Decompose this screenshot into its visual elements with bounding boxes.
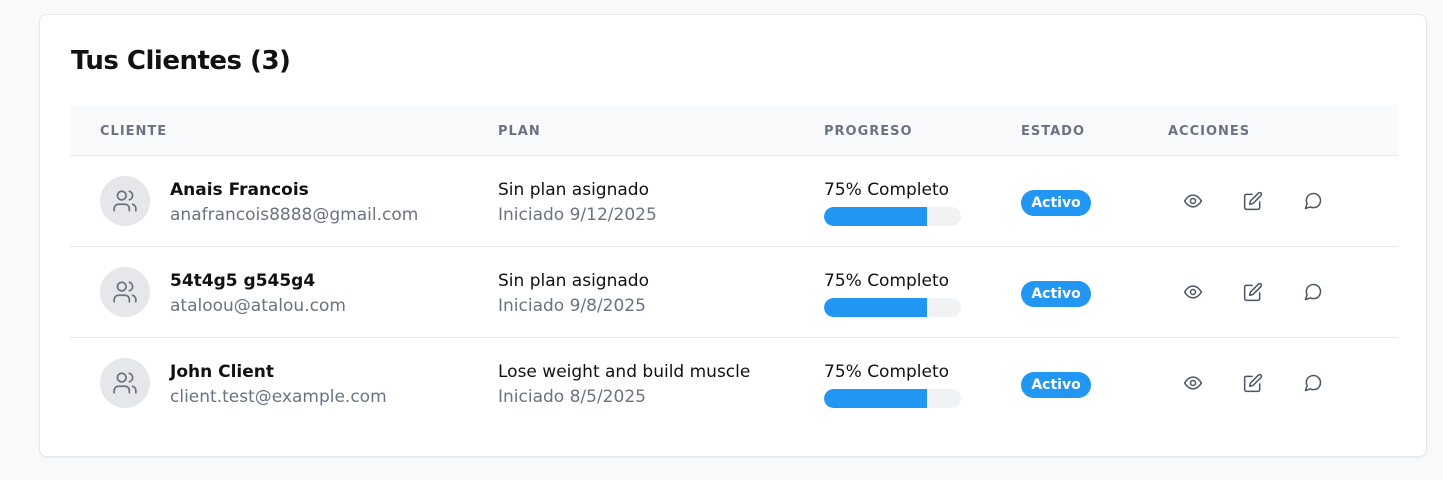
edit-icon <box>1243 373 1263 393</box>
column-header-plan: PLAN <box>498 124 541 139</box>
message-client-button[interactable] <box>1302 281 1324 303</box>
clients-card: Tus Clientes (3) CLIENTE PLAN PROGRESO E… <box>39 14 1427 457</box>
table-header: CLIENTE PLAN PROGRESO ESTADO ACCIONES <box>70 105 1398 156</box>
users-icon <box>113 372 137 394</box>
view-client-button[interactable] <box>1182 190 1204 212</box>
eye-icon <box>1183 194 1203 208</box>
eye-icon <box>1183 376 1203 390</box>
message-client-button[interactable] <box>1302 372 1324 394</box>
avatar <box>100 358 150 408</box>
table-row: 54t4g5 g545g4 ataloou@atalou.com Sin pla… <box>70 247 1398 338</box>
column-header-progress: PROGRESO <box>824 124 913 139</box>
users-icon <box>113 281 137 303</box>
eye-icon <box>1183 285 1203 299</box>
edit-icon <box>1243 191 1263 211</box>
progress-label: 75% Completo <box>824 362 950 382</box>
page-title: Tus Clientes (3) <box>71 46 291 76</box>
progress-label: 75% Completo <box>824 180 950 200</box>
view-client-button[interactable] <box>1182 372 1204 394</box>
client-start-date: Iniciado 9/12/2025 <box>498 205 657 225</box>
client-start-date: Iniciado 8/5/2025 <box>498 387 646 407</box>
client-name: Anais Francois <box>170 180 309 200</box>
avatar <box>100 267 150 317</box>
status-badge: Activo <box>1021 372 1091 398</box>
progress-bar-fill <box>824 207 927 226</box>
message-icon <box>1304 374 1322 392</box>
client-email: anafrancois8888@gmail.com <box>170 205 419 225</box>
progress-bar <box>824 298 961 317</box>
progress-bar-fill <box>824 389 927 408</box>
client-name: 54t4g5 g545g4 <box>170 271 316 291</box>
client-email: client.test@example.com <box>170 387 387 407</box>
client-start-date: Iniciado 9/8/2025 <box>498 296 646 316</box>
column-header-actions: ACCIONES <box>1168 124 1251 139</box>
edit-client-button[interactable] <box>1242 281 1264 303</box>
users-icon <box>113 190 137 212</box>
column-header-client: CLIENTE <box>100 124 168 139</box>
client-plan: Sin plan asignado <box>498 271 649 291</box>
progress-bar <box>824 389 961 408</box>
table-row: John Client client.test@example.com Lose… <box>70 338 1398 429</box>
message-icon <box>1304 283 1322 301</box>
status-badge: Activo <box>1021 190 1091 216</box>
client-plan: Lose weight and build muscle <box>498 362 751 382</box>
client-name: John Client <box>170 362 275 382</box>
progress-bar <box>824 207 961 226</box>
status-badge: Activo <box>1021 281 1091 307</box>
message-client-button[interactable] <box>1302 190 1324 212</box>
avatar <box>100 176 150 226</box>
message-icon <box>1304 192 1322 210</box>
client-plan: Sin plan asignado <box>498 180 649 200</box>
edit-icon <box>1243 282 1263 302</box>
edit-client-button[interactable] <box>1242 190 1264 212</box>
edit-client-button[interactable] <box>1242 372 1264 394</box>
clients-table: CLIENTE PLAN PROGRESO ESTADO ACCIONES An… <box>70 105 1398 429</box>
progress-label: 75% Completo <box>824 271 950 291</box>
column-header-status: ESTADO <box>1021 124 1086 139</box>
table-row: Anais Francois anafrancois8888@gmail.com… <box>70 156 1398 247</box>
client-email: ataloou@atalou.com <box>170 296 346 316</box>
view-client-button[interactable] <box>1182 281 1204 303</box>
progress-bar-fill <box>824 298 927 317</box>
